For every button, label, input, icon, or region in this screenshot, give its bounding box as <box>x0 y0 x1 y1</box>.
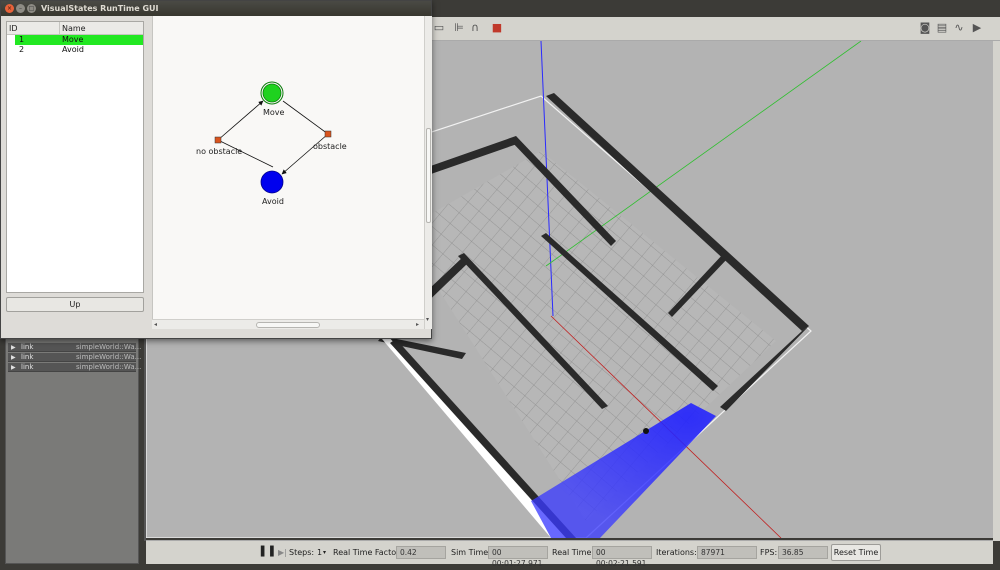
change-view-icon[interactable]: ■ <box>490 21 504 35</box>
screenshot-icon[interactable]: ◙ <box>918 21 932 35</box>
expand-arrow-icon[interactable]: ▶ <box>11 343 16 352</box>
state-avoid-label: Avoid <box>262 197 284 206</box>
sim-time-field: 00 00:01:27.971 <box>488 546 548 568</box>
state-list[interactable]: ID Name 1 Move 2 Avoid <box>6 21 144 293</box>
transition-arrow <box>217 100 264 141</box>
window-title: VisualStates RunTime GUI <box>41 4 159 13</box>
vertical-scroll-thumb[interactable] <box>426 128 431 223</box>
iterations-label: Iterations: <box>656 548 697 557</box>
pause-icon[interactable]: ❚❚ <box>258 545 276 557</box>
transition-handle-no-obstacle[interactable] <box>214 136 222 144</box>
state-row-avoid[interactable]: 2 Avoid <box>15 45 143 55</box>
state-diagram <box>214 81 332 194</box>
fps-label: FPS: <box>760 548 778 557</box>
transition-label-obstacle: obstacle <box>313 142 347 151</box>
video-icon[interactable]: ▶ <box>970 21 984 35</box>
window-titlebar[interactable]: × – □ VisualStates RunTime GUI <box>1 1 431 16</box>
link-row[interactable]: ▶ link simpleWorld::Wa... <box>8 363 141 372</box>
gazebo-statusbar: ❚❚ ▶| Steps: 1 ▾ Real Time Factor: 0.42 … <box>146 540 993 568</box>
link-row[interactable]: ▶ link simpleWorld::Wa... <box>8 353 141 362</box>
visualstates-window: × – □ VisualStates RunTime GUI ID Name 1… <box>0 0 432 339</box>
state-avoid-node[interactable] <box>260 170 284 194</box>
horizontal-scroll-thumb[interactable] <box>256 322 320 328</box>
sim-time-label: Sim Time: <box>451 548 491 557</box>
transition-label-no-obstacle: no obstacle <box>196 147 243 156</box>
state-row-move[interactable]: 1 Move <box>15 35 143 45</box>
align-icon[interactable]: ⊫ <box>452 21 466 35</box>
rtf-label: Real Time Factor: <box>333 548 402 557</box>
list-header: ID Name <box>7 22 143 35</box>
expand-arrow-icon[interactable]: ▶ <box>11 353 16 362</box>
scroll-down-icon[interactable]: ▾ <box>426 316 429 324</box>
iterations-field: 87971 <box>697 546 757 559</box>
column-header-name[interactable]: Name <box>62 23 86 34</box>
reset-time-button[interactable]: Reset Time <box>831 544 881 561</box>
steps-value[interactable]: 1 <box>317 547 322 559</box>
step-icon[interactable]: ▶| <box>278 547 287 559</box>
scroll-right-icon[interactable]: ▸ <box>416 321 419 329</box>
link-row[interactable]: ▶ link simpleWorld::Wa... <box>8 343 141 352</box>
header-separator <box>59 22 60 34</box>
record-log-icon[interactable]: ▤ <box>935 21 949 35</box>
up-button[interactable]: Up <box>6 297 144 312</box>
transition-handle-obstacle[interactable] <box>324 130 332 138</box>
real-time-label: Real Time: <box>552 548 595 557</box>
real-time-field: 00 00:02:21.591 <box>592 546 652 568</box>
scroll-left-icon[interactable]: ◂ <box>154 321 157 329</box>
expand-arrow-icon[interactable]: ▶ <box>11 363 16 372</box>
copy-icon[interactable]: ▭ <box>432 21 446 35</box>
close-icon[interactable]: × <box>5 4 14 13</box>
rtf-field: 0.42 <box>396 546 446 559</box>
column-header-id[interactable]: ID <box>9 23 18 34</box>
state-move-label: Move <box>263 108 285 117</box>
steps-label: Steps: <box>289 548 315 557</box>
robot <box>643 428 649 434</box>
transition-line <box>282 100 329 135</box>
maximize-icon[interactable]: □ <box>27 4 36 13</box>
minimize-icon[interactable]: – <box>16 4 25 13</box>
fps-field: 36.85 <box>778 546 828 559</box>
vertical-scrollbar[interactable]: ▾ <box>424 16 432 329</box>
plot-icon[interactable]: ∿ <box>952 21 966 35</box>
state-diagram-canvas[interactable]: Move Avoid no obstacle obstacle <box>152 16 432 329</box>
gazebo-left-panel: ▶ link simpleWorld::Wa... ▶ link simpleW… <box>5 338 141 564</box>
chevron-down-icon[interactable]: ▾ <box>323 547 326 559</box>
snap-icon[interactable]: ∩ <box>468 21 482 35</box>
state-move-node[interactable] <box>262 83 282 103</box>
horizontal-scrollbar[interactable]: ◂ ▸ <box>152 319 424 329</box>
transition-arrow <box>281 133 329 175</box>
right-panel-collapsed[interactable] <box>993 41 1000 541</box>
